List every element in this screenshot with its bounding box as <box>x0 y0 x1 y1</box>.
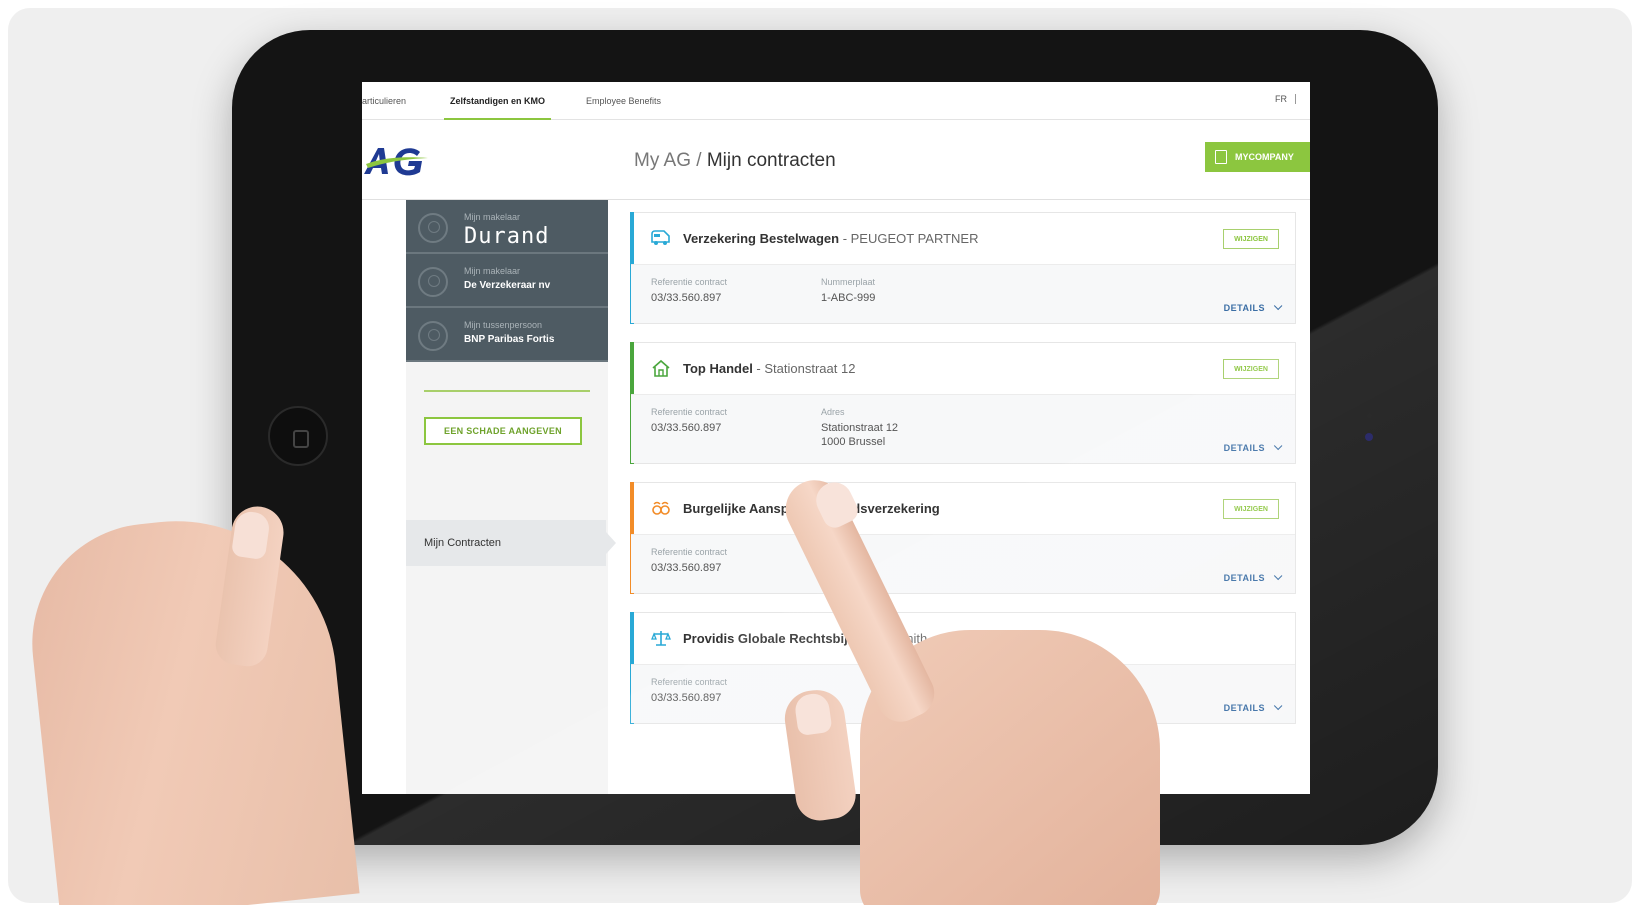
address-city: 1000 Brussel <box>821 436 886 448</box>
contract-card: Top Handel - Stationstraat 12 WIJZIGEN R… <box>630 342 1296 464</box>
contact-role: Mijn tussenpersoon <box>464 320 543 330</box>
field-label: Nummerplaat <box>821 277 876 287</box>
card-header: Top Handel - Stationstraat 12 WIJZIGEN <box>631 343 1295 395</box>
contract-subtitle: - PEUGEOT PARTNER <box>839 231 979 246</box>
field-contract-reference: Referentie contract 03/33.560.897 <box>651 547 727 575</box>
field-value: 03/33.560.897 <box>651 692 722 704</box>
card-body: Referentie contract 03/33.560.897 Nummer… <box>631 265 1295 323</box>
avatar-icon <box>418 267 448 297</box>
field-address: Adres Stationstraat 12 1000 Brussel <box>821 407 898 449</box>
van-icon <box>651 230 670 245</box>
contract-card: Burgelijke Aansprakelijkheidsverzekering… <box>630 482 1296 594</box>
field-value: 03/33.560.897 <box>651 292 722 304</box>
sensor-dot <box>1367 413 1372 418</box>
avatar-icon <box>418 213 448 243</box>
field-value: 03/33.560.897 <box>651 422 722 434</box>
tab-employee-benefits[interactable]: Employee Benefits <box>586 96 661 106</box>
contract-card: Verzekering Bestelwagen - PEUGEOT PARTNE… <box>630 212 1296 324</box>
contact-name: BNP Paribas Fortis <box>464 334 555 345</box>
page-title: Mijn contracten <box>706 150 836 171</box>
field-value: 1-ABC-999 <box>821 292 876 304</box>
field-label: Referentie contract <box>651 407 728 417</box>
breadcrumb-separator: / <box>691 150 707 171</box>
modify-button[interactable]: WIJZIGEN <box>1223 229 1279 249</box>
field-label: Referentie contract <box>651 677 728 687</box>
home-button <box>268 406 328 466</box>
field-contract-reference: Referentie contract 03/33.560.897 <box>651 277 727 305</box>
page-header: My AG / Mijn contracten MYCOMPANY <box>362 120 1310 200</box>
contract-subtitle: - Stationstraat 12 <box>752 361 856 376</box>
contact-role: Mijn makelaar <box>464 266 521 276</box>
house-icon <box>652 359 670 377</box>
sidebar-item-mijn-contracten[interactable]: Mijn Contracten <box>406 520 616 566</box>
field-label: Adres <box>821 407 845 417</box>
card-header: Burgelijke Aansprakelijkheidsverzekering… <box>631 483 1295 535</box>
contact-role: Mijn makelaar <box>464 212 521 222</box>
modify-button[interactable]: WIJZIGEN <box>1223 359 1279 379</box>
contract-title: Verzekering Bestelwagen - PEUGEOT PARTNE… <box>683 231 979 246</box>
contact-name: Durand <box>464 224 550 249</box>
details-toggle[interactable]: DETAILS <box>1224 443 1279 453</box>
breadcrumb-root[interactable]: My AG <box>634 150 691 171</box>
avatar-icon <box>418 321 448 351</box>
field-contract-reference: Referentie contract 03/33.560.897 <box>651 677 727 705</box>
details-toggle[interactable]: DETAILS <box>1224 573 1279 583</box>
address-street: Stationstraat 12 <box>821 422 899 434</box>
contact-name: De Verzekeraar nv <box>464 280 551 291</box>
contract-name: Verzekering Bestelwagen <box>683 231 840 246</box>
tab-particulieren[interactable]: articulieren <box>362 96 406 106</box>
language-switch[interactable]: FR <box>1275 94 1296 104</box>
building-icon <box>1215 150 1227 164</box>
field-license-plate: Nummerplaat 1-ABC-999 <box>821 277 875 305</box>
sidebar-divider <box>424 390 590 392</box>
field-value: 03/33.560.897 <box>651 562 722 574</box>
company-selector-label: MYCOMPANY <box>1235 152 1294 162</box>
segment-tabs-bar: articulieren Zelfstandigen en KMO Employ… <box>362 82 1310 120</box>
field-contract-reference: Referentie contract 03/33.560.897 <box>651 407 727 435</box>
tab-zelfstandigen-kmo[interactable]: Zelfstandigen en KMO <box>443 96 552 120</box>
contact-card-intermediary[interactable]: Mijn tussenpersoon BNP Paribas Fortis <box>406 308 608 362</box>
card-header: Verzekering Bestelwagen - PEUGEOT PARTNE… <box>631 213 1295 265</box>
modify-button[interactable]: WIJZIGEN <box>1223 499 1279 519</box>
breadcrumb: My AG / Mijn contracten <box>634 150 836 172</box>
report-claim-button[interactable]: EEN SCHADE AANGEVEN <box>424 417 582 445</box>
company-selector-button[interactable]: MYCOMPANY <box>1205 142 1310 172</box>
details-toggle[interactable]: DETAILS <box>1224 303 1279 313</box>
sidebar: Mijn makelaar Durand Mijn makelaar De Ve… <box>406 200 616 794</box>
people-icon <box>652 501 670 515</box>
scales-icon <box>651 631 671 646</box>
field-label: Referentie contract <box>651 277 728 287</box>
contact-card-broker[interactable]: Mijn makelaar Durand <box>406 200 608 254</box>
contract-name: Top Handel <box>683 361 753 376</box>
card-body: Referentie contract 03/33.560.897 DETAIL… <box>631 535 1295 593</box>
ag-logo[interactable] <box>362 144 432 178</box>
contact-card-insurer[interactable]: Mijn makelaar De Verzekeraar nv <box>406 254 608 308</box>
contract-title: Top Handel - Stationstraat 12 <box>683 361 855 376</box>
details-toggle[interactable]: DETAILS <box>1224 703 1279 713</box>
card-body: Referentie contract 03/33.560.897 Adres … <box>631 395 1295 463</box>
tablet-screen: articulieren Zelfstandigen en KMO Employ… <box>362 82 1310 794</box>
field-label: Referentie contract <box>651 547 728 557</box>
camera-lens <box>1365 433 1373 441</box>
